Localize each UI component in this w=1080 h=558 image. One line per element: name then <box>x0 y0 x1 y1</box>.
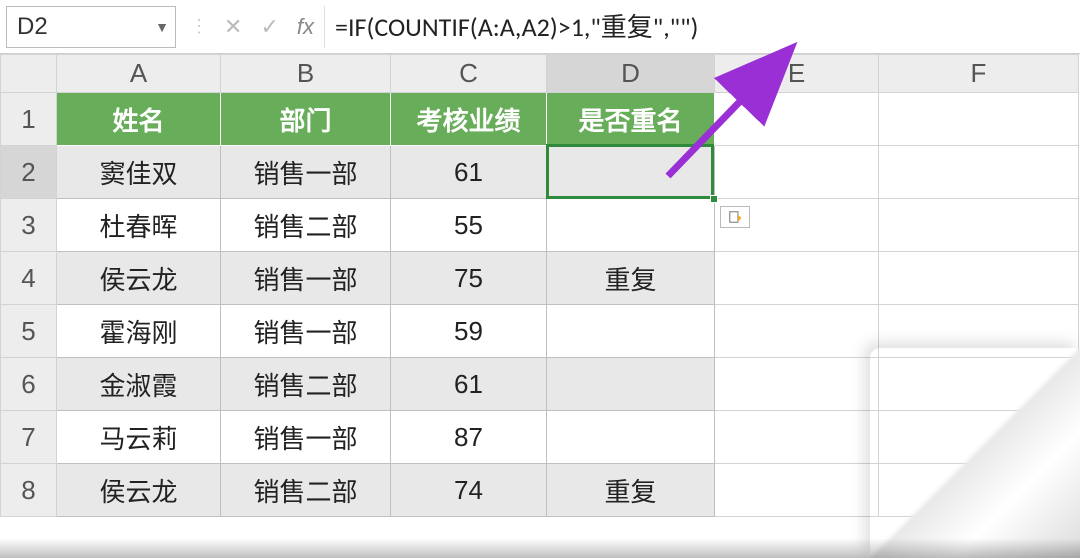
col-header-A[interactable]: A <box>57 55 221 93</box>
row-header-2[interactable]: 2 <box>1 146 57 199</box>
cell-B8[interactable]: 销售二部 <box>221 464 391 517</box>
cell-B3[interactable]: 销售二部 <box>221 199 391 252</box>
paste-options-icon[interactable] <box>720 206 750 228</box>
cell-E2[interactable] <box>715 146 879 199</box>
row-header-3[interactable]: 3 <box>1 199 57 252</box>
cell-C8[interactable]: 74 <box>391 464 547 517</box>
cell-C5[interactable]: 59 <box>391 305 547 358</box>
row-header-5[interactable]: 5 <box>1 305 57 358</box>
page-curl-decoration <box>870 348 1080 558</box>
cell-A8[interactable]: 侯云龙 <box>57 464 221 517</box>
cell-B2[interactable]: 销售一部 <box>221 146 391 199</box>
cell-D4[interactable]: 重复 <box>547 252 715 305</box>
row-header-4[interactable]: 4 <box>1 252 57 305</box>
accept-icon[interactable]: ✓ <box>260 14 278 40</box>
header-name[interactable]: 姓名 <box>57 93 221 146</box>
cell-F1[interactable] <box>879 93 1079 146</box>
cell-A5[interactable]: 霍海刚 <box>57 305 221 358</box>
col-header-E[interactable]: E <box>715 55 879 93</box>
cell-A2[interactable]: 窦佳双 <box>57 146 221 199</box>
row-header-8[interactable]: 8 <box>1 464 57 517</box>
cell-F3[interactable] <box>879 199 1079 252</box>
cell-D7[interactable] <box>547 411 715 464</box>
select-all-corner[interactable] <box>1 55 57 93</box>
formula-bar-buttons: ⋮ ✕ ✓ <box>190 14 279 40</box>
cell-E6[interactable] <box>715 358 879 411</box>
cell-E7[interactable] <box>715 411 879 464</box>
fill-handle[interactable] <box>710 195 718 203</box>
cell-C2[interactable]: 61 <box>391 146 547 199</box>
cell-E5[interactable] <box>715 305 879 358</box>
fx-label[interactable]: fx <box>297 14 314 40</box>
formula-input[interactable]: =IF(COUNTIF(A:A,A2)>1,"重复","") <box>324 6 1080 48</box>
cell-B7[interactable]: 销售一部 <box>221 411 391 464</box>
cell-C3[interactable]: 55 <box>391 199 547 252</box>
header-dup[interactable]: 是否重名 <box>547 93 715 146</box>
cell-A4[interactable]: 侯云龙 <box>57 252 221 305</box>
col-header-C[interactable]: C <box>391 55 547 93</box>
cell-D3[interactable] <box>547 199 715 252</box>
cell-B4[interactable]: 销售一部 <box>221 252 391 305</box>
chevron-down-icon[interactable]: ▼ <box>155 19 169 35</box>
dots-icon: ⋮ <box>190 16 206 37</box>
name-box[interactable]: D2 ▼ <box>6 6 176 48</box>
cell-C6[interactable]: 61 <box>391 358 547 411</box>
cell-C7[interactable]: 87 <box>391 411 547 464</box>
cell-B5[interactable]: 销售一部 <box>221 305 391 358</box>
cell-E8[interactable] <box>715 464 879 517</box>
cell-B6[interactable]: 销售二部 <box>221 358 391 411</box>
cell-F4[interactable] <box>879 252 1079 305</box>
cancel-icon[interactable]: ✕ <box>224 14 242 40</box>
col-header-D[interactable]: D <box>547 55 715 93</box>
cell-D5[interactable] <box>547 305 715 358</box>
formula-bar: D2 ▼ ⋮ ✕ ✓ fx =IF(COUNTIF(A:A,A2)>1,"重复"… <box>0 0 1080 54</box>
header-score[interactable]: 考核业绩 <box>391 93 547 146</box>
cell-D6[interactable] <box>547 358 715 411</box>
cell-D2[interactable] <box>547 146 715 199</box>
row-header-7[interactable]: 7 <box>1 411 57 464</box>
row-header-1[interactable]: 1 <box>1 93 57 146</box>
cell-E1[interactable] <box>715 93 879 146</box>
cell-A7[interactable]: 马云莉 <box>57 411 221 464</box>
cell-F2[interactable] <box>879 146 1079 199</box>
cell-D8[interactable]: 重复 <box>547 464 715 517</box>
name-box-value: D2 <box>17 13 48 41</box>
row-header-6[interactable]: 6 <box>1 358 57 411</box>
cell-E4[interactable] <box>715 252 879 305</box>
col-header-F[interactable]: F <box>879 55 1079 93</box>
col-header-B[interactable]: B <box>221 55 391 93</box>
cell-A3[interactable]: 杜春晖 <box>57 199 221 252</box>
cell-A6[interactable]: 金淑霞 <box>57 358 221 411</box>
cell-C4[interactable]: 75 <box>391 252 547 305</box>
header-dept[interactable]: 部门 <box>221 93 391 146</box>
